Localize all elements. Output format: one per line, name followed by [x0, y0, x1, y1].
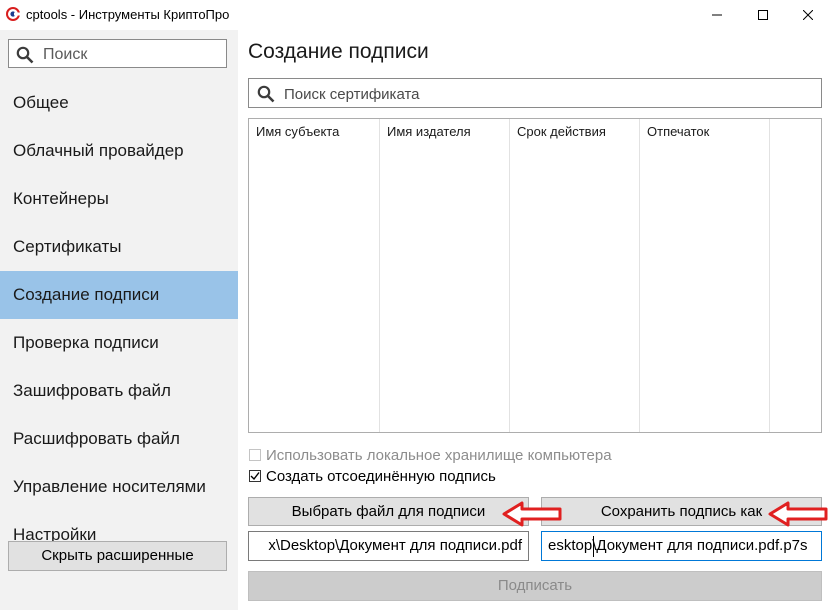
column-header-validity[interactable]: Срок действия — [517, 124, 606, 139]
cptools-app-icon — [6, 7, 20, 21]
text-caret — [593, 536, 594, 557]
certificate-search-input[interactable] — [282, 82, 816, 106]
output-file-path-field[interactable]: esktop\Документ для подписи.pdf.p7s — [541, 531, 822, 561]
use-local-store-checkbox — [249, 449, 261, 461]
input-file-path-field[interactable]: x\Desktop\Документ для подписи.pdf — [248, 531, 529, 561]
window-title: cptools - Инструменты КриптоПро — [26, 7, 230, 22]
output-file-path-value: esktop\Документ для подписи.pdf.p7s — [548, 537, 808, 554]
maximize-button[interactable] — [740, 0, 786, 30]
column-header-thumbprint[interactable]: Отпечаток — [647, 124, 709, 139]
column-header-issuer[interactable]: Имя издателя — [387, 124, 471, 139]
sidebar-item-containers[interactable]: Контейнеры — [0, 175, 238, 223]
sidebar-item-verify-signature[interactable]: Проверка подписи — [0, 319, 238, 367]
column-subject[interactable]: Имя субъекта — [249, 119, 380, 432]
detached-signature-option[interactable]: Создать отсоединённую подпись — [249, 467, 496, 485]
column-issuer[interactable]: Имя издателя — [380, 119, 510, 432]
search-icon — [16, 46, 34, 69]
select-file-button[interactable]: Выбрать файл для подписи — [248, 497, 529, 526]
input-file-path-value: x\Desktop\Документ для подписи.pdf — [268, 537, 522, 554]
column-thumbprint[interactable]: Отпечаток — [640, 119, 770, 432]
column-header-subject[interactable]: Имя субъекта — [256, 124, 339, 139]
sign-button[interactable]: Подписать — [248, 571, 822, 601]
close-button[interactable] — [785, 0, 831, 30]
sidebar-item-create-signature[interactable]: Создание подписи — [0, 271, 238, 319]
certificate-table[interactable]: Имя субъекта Имя издателя Срок действия … — [248, 118, 822, 433]
annotation-arrow-icon — [768, 501, 828, 527]
detached-signature-label[interactable]: Создать отсоединённую подпись — [266, 468, 496, 485]
certificate-search[interactable] — [248, 78, 822, 108]
sidebar-item-cloud-provider[interactable]: Облачный провайдер — [0, 127, 238, 175]
use-local-store-option: Использовать локальное хранилище компьют… — [249, 446, 612, 464]
sidebar-item-decrypt-file[interactable]: Расшифровать файл — [0, 415, 238, 463]
page-title: Создание подписи — [248, 40, 429, 63]
minimize-icon — [712, 14, 722, 16]
sidebar-item-encrypt-file[interactable]: Зашифровать файл — [0, 367, 238, 415]
sidebar: Общее Облачный провайдер Контейнеры Серт… — [0, 30, 238, 610]
detached-signature-checkbox[interactable] — [249, 470, 261, 482]
minimize-button[interactable] — [694, 0, 740, 30]
title-bar: cptools - Инструменты КриптоПро — [0, 0, 831, 30]
use-local-store-label: Использовать локальное хранилище компьют… — [266, 446, 612, 464]
close-icon — [803, 10, 813, 20]
maximize-icon — [758, 10, 768, 20]
sidebar-item-media-management[interactable]: Управление носителями — [0, 463, 238, 511]
sidebar-search[interactable] — [8, 39, 227, 68]
sidebar-search-input[interactable] — [41, 43, 225, 67]
search-icon — [257, 85, 275, 108]
column-validity[interactable]: Срок действия — [510, 119, 640, 432]
hide-advanced-button[interactable]: Скрыть расширенные — [8, 541, 227, 571]
checkmark-icon — [250, 472, 260, 481]
sidebar-item-general[interactable]: Общее — [0, 79, 238, 127]
sidebar-item-certificates[interactable]: Сертификаты — [0, 223, 238, 271]
annotation-arrow-icon — [502, 501, 562, 527]
